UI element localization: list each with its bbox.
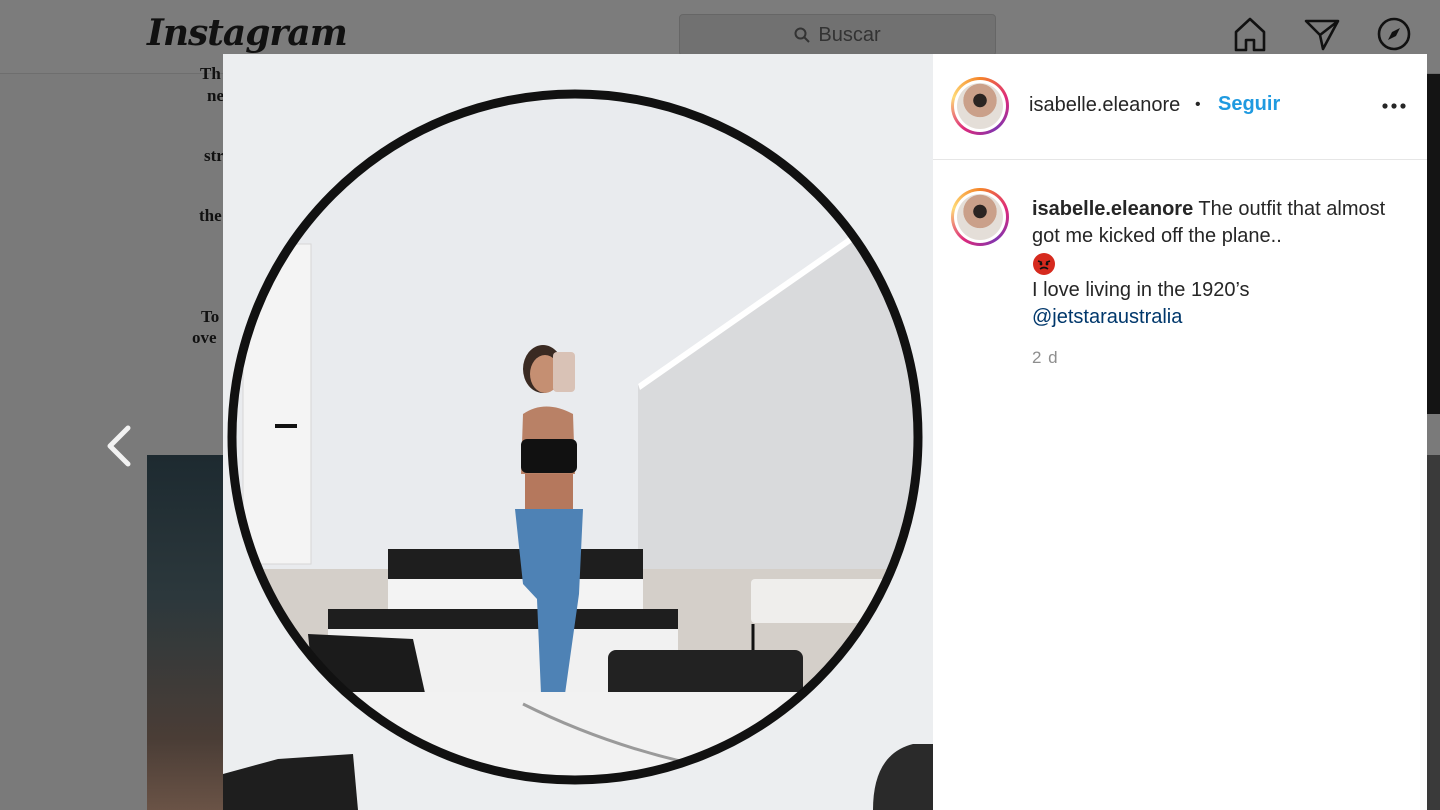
search-box[interactable]: Buscar (679, 14, 996, 56)
post-image[interactable] (223, 54, 933, 810)
direct-message-icon[interactable] (1302, 14, 1342, 54)
instagram-logo[interactable]: Instagram (147, 12, 348, 54)
caption-mention-link[interactable]: @jetstaraustralia (1032, 306, 1182, 328)
background-text: To (201, 307, 220, 326)
background-text: the (199, 206, 222, 225)
background-text: ne (207, 86, 224, 105)
previous-post-button[interactable] (100, 420, 140, 472)
more-options-button[interactable] (1379, 94, 1409, 118)
separator-dot: • (1195, 96, 1201, 113)
avatar-photo (957, 194, 1003, 240)
more-options-icon (1382, 103, 1406, 109)
post-timestamp[interactable]: 2 d (1032, 348, 1059, 368)
avatar[interactable] (951, 77, 1009, 135)
avatar-photo (957, 83, 1003, 129)
home-icon[interactable] (1230, 14, 1270, 54)
chevron-left-icon (107, 425, 131, 467)
background-text: str (204, 146, 224, 165)
background-text: Th (200, 64, 221, 83)
pouting-face-emoji (1032, 252, 1056, 276)
avatar[interactable] (951, 188, 1009, 246)
background-text: ove (192, 328, 217, 347)
follow-button[interactable]: Seguir (1218, 93, 1280, 116)
nav-icons (1230, 14, 1440, 54)
post-sidebar: isabelle.eleanore • Seguir isabelle.elea… (933, 54, 1427, 810)
post-modal: isabelle.eleanore • Seguir isabelle.elea… (223, 54, 1427, 810)
search-placeholder: Buscar (818, 23, 881, 46)
caption-text: I love living in the 1920’s (1032, 279, 1250, 301)
mirror-selfie-photo (223, 54, 933, 810)
background-post-image (1426, 74, 1440, 414)
caption-username[interactable]: isabelle.eleanore (1032, 198, 1193, 220)
search-icon (794, 27, 811, 43)
post-caption: isabelle.eleanore The outfit that almost… (1032, 196, 1402, 331)
background-post-image (147, 455, 227, 810)
explore-icon[interactable] (1374, 14, 1414, 54)
post-header: isabelle.eleanore • Seguir (933, 54, 1427, 160)
background-post-image (1426, 455, 1440, 810)
post-author-username[interactable]: isabelle.eleanore (1029, 94, 1180, 117)
